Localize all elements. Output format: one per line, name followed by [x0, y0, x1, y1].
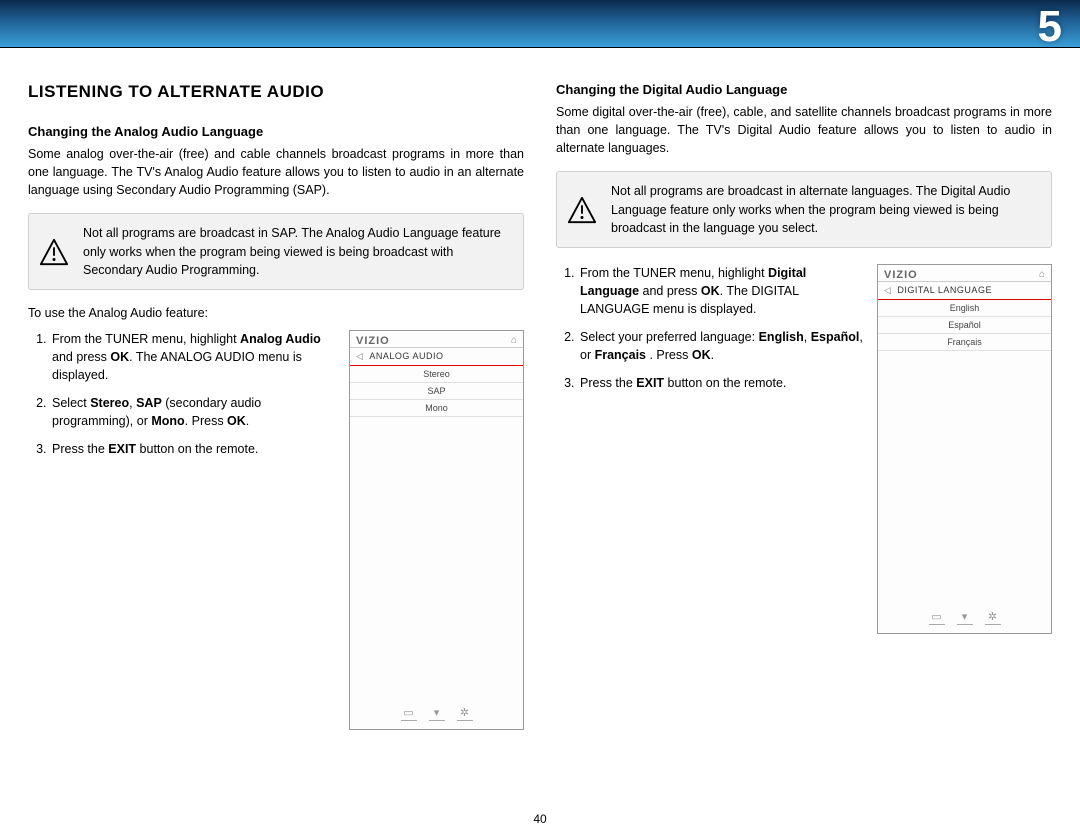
step-3: Press the EXIT button on the remote.	[50, 440, 335, 458]
menu-item: Français	[878, 334, 1051, 351]
left-column: LISTENING TO ALTERNATE AUDIO Changing th…	[28, 82, 524, 730]
chevron-down-icon: ▾	[957, 610, 973, 625]
wide-icon: ▭	[929, 610, 945, 625]
back-icon: ◁	[884, 285, 891, 296]
intro-digital: Some digital over-the-air (free), cable,…	[556, 103, 1052, 157]
section-heading: LISTENING TO ALTERNATE AUDIO	[28, 82, 524, 102]
menu-item: Mono	[350, 400, 523, 417]
header-bar: 5	[0, 0, 1080, 48]
step-1: From the TUNER menu, highlight Digital L…	[578, 264, 863, 318]
tv-footer-icons: ▭ ▾ ✲	[350, 700, 523, 729]
tv-menu-digital: VIZIO ⌂ ◁ DIGITAL LANGUAGE English Españ…	[877, 264, 1052, 634]
back-icon: ◁	[356, 351, 363, 362]
tv-menu-title: DIGITAL LANGUAGE	[897, 285, 992, 295]
note-text-analog: Not all programs are broadcast in SAP. T…	[83, 224, 511, 278]
step-2: Select Stereo, SAP (secondary audio prog…	[50, 394, 335, 430]
note-text-digital: Not all programs are broadcast in altern…	[611, 182, 1039, 236]
gear-icon: ✲	[457, 706, 473, 721]
subheading-analog: Changing the Analog Audio Language	[28, 124, 524, 139]
tv-menu-analog: VIZIO ⌂ ◁ ANALOG AUDIO Stereo SAP Mono ▭…	[349, 330, 524, 730]
menu-item: Stereo	[350, 366, 523, 383]
tv-footer-icons: ▭ ▾ ✲	[878, 604, 1051, 633]
page-number: 40	[0, 812, 1080, 826]
menu-item: SAP	[350, 383, 523, 400]
tv-brand: VIZIO	[356, 335, 390, 347]
subheading-digital: Changing the Digital Audio Language	[556, 82, 1052, 97]
step-2: Select your preferred language: English,…	[578, 328, 863, 364]
steps-analog: From the TUNER menu, highlight Analog Au…	[28, 330, 335, 469]
lead-analog: To use the Analog Audio feature:	[28, 306, 524, 320]
warning-icon	[39, 237, 69, 267]
page-content: LISTENING TO ALTERNATE AUDIO Changing th…	[0, 48, 1080, 730]
menu-item: Español	[878, 317, 1051, 334]
wide-icon: ▭	[401, 706, 417, 721]
home-icon: ⌂	[1039, 269, 1045, 280]
chevron-down-icon: ▾	[429, 706, 445, 721]
tv-brand: VIZIO	[884, 269, 918, 281]
warning-icon	[567, 195, 597, 225]
note-digital: Not all programs are broadcast in altern…	[556, 171, 1052, 247]
step-3: Press the EXIT button on the remote.	[578, 374, 863, 392]
home-icon: ⌂	[511, 335, 517, 346]
menu-item: English	[878, 300, 1051, 317]
tv-menu-title: ANALOG AUDIO	[369, 351, 443, 361]
steps-digital: From the TUNER menu, highlight Digital L…	[556, 264, 863, 403]
step-1: From the TUNER menu, highlight Analog Au…	[50, 330, 335, 384]
note-analog: Not all programs are broadcast in SAP. T…	[28, 213, 524, 289]
chapter-number: 5	[1038, 2, 1062, 52]
intro-analog: Some analog over-the-air (free) and cabl…	[28, 145, 524, 199]
right-column: Changing the Digital Audio Language Some…	[556, 82, 1052, 730]
gear-icon: ✲	[985, 610, 1001, 625]
